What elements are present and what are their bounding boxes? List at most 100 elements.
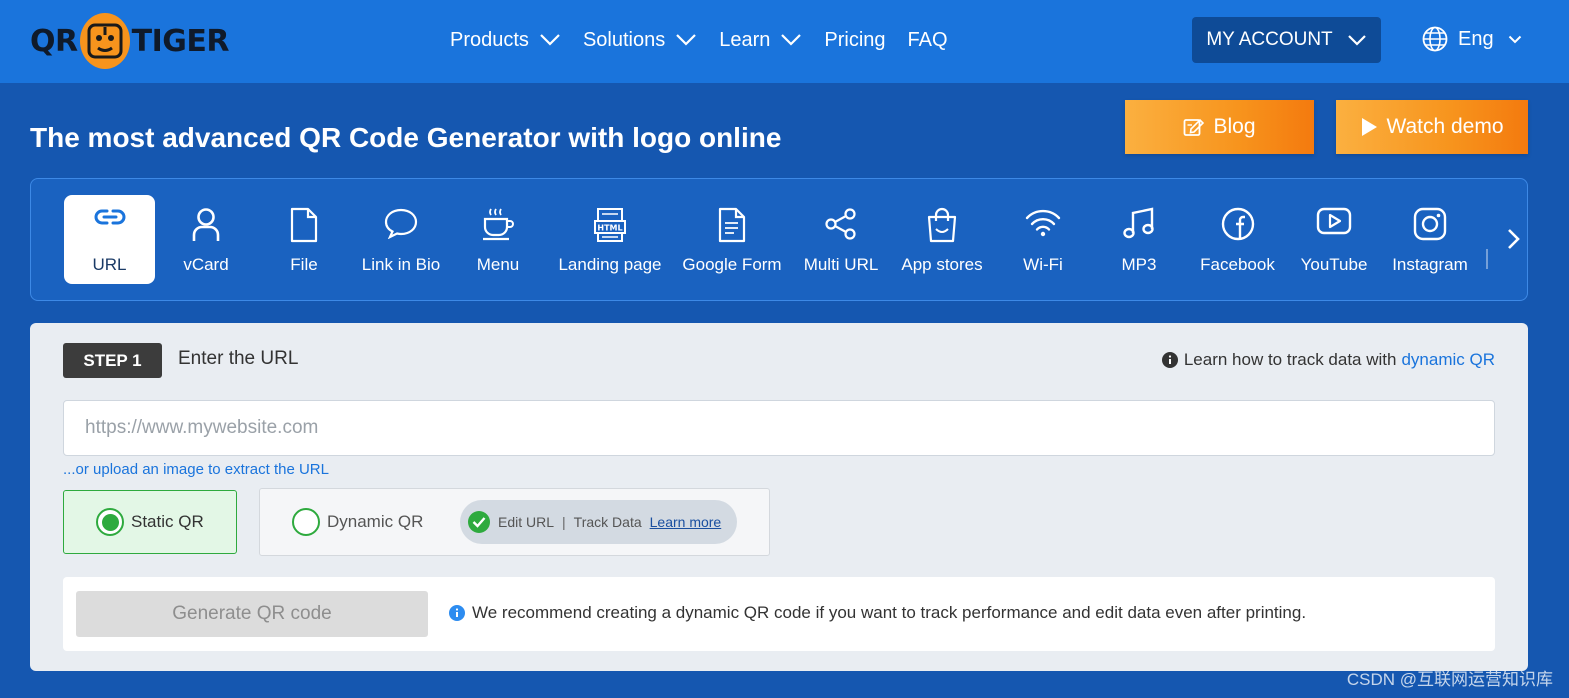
track-data-info: Learn how to track data with dynamic QR: [1161, 350, 1495, 370]
qr-type-label: vCard: [183, 255, 229, 274]
language-label: Eng: [1458, 27, 1494, 50]
logo-text-left: QR: [30, 23, 78, 59]
qr-type-label: Landing page: [558, 255, 662, 274]
qr-type-label: YouTube: [1300, 255, 1368, 274]
qr-type-instagram[interactable]: Instagram: [1388, 195, 1472, 284]
edit-icon: [1184, 118, 1205, 136]
qr-type-landing-page[interactable]: HTML Landing page: [555, 195, 665, 284]
chevron-down-icon: [676, 34, 696, 46]
info-icon: [449, 605, 465, 621]
qr-type-link-in-bio[interactable]: Link in Bio: [356, 195, 446, 284]
nav-pricing[interactable]: Pricing: [824, 29, 885, 52]
chevron-down-icon: [1508, 35, 1521, 43]
qr-type-label: Google Form: [682, 255, 782, 274]
qr-type-label: Menu: [476, 255, 520, 274]
recommendation-text: We recommend creating a dynamic QR code …: [472, 603, 1307, 622]
instagram-icon: [1413, 207, 1447, 241]
watch-demo-label: Watch demo: [1386, 115, 1504, 138]
qr-type-app-stores[interactable]: App stores: [898, 195, 986, 284]
info-icon: [1161, 352, 1178, 368]
qr-type-vcard[interactable]: vCard: [171, 195, 241, 284]
dynamic-features-pill: Edit URL | Track Data Learn more: [460, 500, 737, 544]
edit-url-text: Edit URL: [498, 514, 555, 530]
generate-panel: Generate QR code We recommend creating a…: [63, 577, 1495, 651]
qr-type-wifi[interactable]: Wi-Fi: [1008, 195, 1078, 284]
static-qr-option[interactable]: Static QR: [63, 490, 237, 554]
qr-type-label: File: [290, 255, 318, 274]
nav-faq[interactable]: FAQ: [908, 29, 948, 52]
html-page-icon: HTML: [594, 208, 626, 242]
qr-type-label: Wi-Fi: [1023, 255, 1063, 274]
youtube-icon: [1316, 207, 1352, 235]
qr-type-multi-url[interactable]: Multi URL: [802, 195, 880, 284]
nav-pricing-label: Pricing: [824, 28, 886, 51]
qr-type-google-form[interactable]: Google Form: [679, 195, 785, 284]
dynamic-qr-label: Dynamic QR: [327, 512, 424, 531]
my-account-button[interactable]: MY ACCOUNT: [1192, 17, 1381, 63]
track-data-text: Track Data: [573, 514, 642, 530]
nav-products-label: Products: [450, 28, 529, 51]
qr-type-mp3[interactable]: MP3: [1106, 195, 1172, 284]
watermark: CSDN @互联网运营知识库: [1346, 670, 1553, 689]
chat-bubble-icon: [384, 208, 418, 239]
qr-type-label: MP3: [1121, 255, 1157, 274]
qr-type-label: Facebook: [1200, 255, 1275, 274]
qr-type-youtube[interactable]: YouTube: [1294, 195, 1374, 284]
qr-type-label: App stores: [901, 255, 983, 274]
top-navbar: QR TIGER Products Solutions Learn Pricin…: [0, 0, 1569, 83]
learn-more-link[interactable]: Learn more: [650, 514, 722, 530]
recommendation-note: We recommend creating a dynamic QR code …: [449, 603, 1306, 623]
wifi-icon: [1025, 209, 1061, 237]
qr-type-label: Instagram: [1392, 255, 1468, 274]
logo-text-right: TIGER: [131, 23, 230, 59]
partial-item-divider: [1486, 249, 1492, 269]
music-note-icon: [1123, 207, 1154, 239]
qr-type-menu[interactable]: Menu: [463, 195, 533, 284]
chevron-down-icon: [1347, 35, 1366, 46]
step-badge: STEP 1: [63, 343, 162, 378]
main-nav: Products Solutions Learn Pricing FAQ: [450, 26, 970, 54]
svg-text:HTML: HTML: [597, 224, 622, 233]
play-icon: [1362, 118, 1378, 136]
nav-learn-label: Learn: [719, 28, 771, 51]
share-icon: [825, 208, 856, 240]
generator-card: STEP 1 Enter the URL Learn how to track …: [30, 323, 1528, 671]
facebook-icon: [1221, 207, 1254, 241]
nav-solutions-label: Solutions: [582, 28, 666, 51]
chevron-right-icon[interactable]: [1504, 224, 1524, 254]
track-data-text: Learn how to track data with: [1183, 350, 1397, 369]
dynamic-qr-option[interactable]: Dynamic QR Edit URL | Track Data Learn m…: [259, 488, 770, 556]
qr-tiger-logo[interactable]: QR TIGER: [30, 12, 229, 70]
language-selector[interactable]: Eng: [1422, 26, 1522, 52]
tiger-icon: [79, 13, 130, 69]
qr-type-label: Link in Bio: [361, 255, 441, 274]
dynamic-qr-radio[interactable]: [292, 508, 320, 536]
pill-separator: |: [562, 514, 566, 530]
watch-demo-button[interactable]: Watch demo: [1336, 100, 1528, 154]
qr-type-file[interactable]: File: [269, 195, 339, 284]
qr-type-url[interactable]: URL: [64, 195, 155, 284]
url-input[interactable]: [63, 400, 1495, 456]
step-label: Enter the URL: [178, 348, 299, 369]
generate-qr-button[interactable]: Generate QR code: [76, 591, 428, 637]
nav-products[interactable]: Products: [450, 29, 561, 52]
static-qr-label: Static QR: [131, 512, 204, 531]
document-icon: [718, 207, 746, 243]
file-icon: [290, 207, 318, 243]
blog-button[interactable]: Blog: [1125, 100, 1314, 154]
static-qr-radio[interactable]: [96, 508, 124, 536]
nav-solutions[interactable]: Solutions: [583, 29, 697, 52]
qr-type-selector: URL vCard File Link in Bio Menu HTML Lan…: [30, 178, 1528, 301]
globe-icon: [1422, 26, 1448, 52]
upload-image-link[interactable]: ...or upload an image to extract the URL: [63, 461, 329, 478]
dynamic-qr-link[interactable]: dynamic QR: [1401, 350, 1495, 370]
qr-type-label: URL: [92, 255, 127, 274]
chevron-down-icon: [540, 34, 560, 46]
my-account-label: MY ACCOUNT: [1206, 29, 1333, 50]
checkmark-icon: [468, 511, 490, 533]
shopping-bag-icon: [927, 207, 957, 243]
nav-learn[interactable]: Learn: [719, 29, 802, 52]
nav-faq-label: FAQ: [907, 28, 948, 51]
blog-label: Blog: [1213, 115, 1256, 138]
qr-type-facebook[interactable]: Facebook: [1193, 195, 1283, 284]
